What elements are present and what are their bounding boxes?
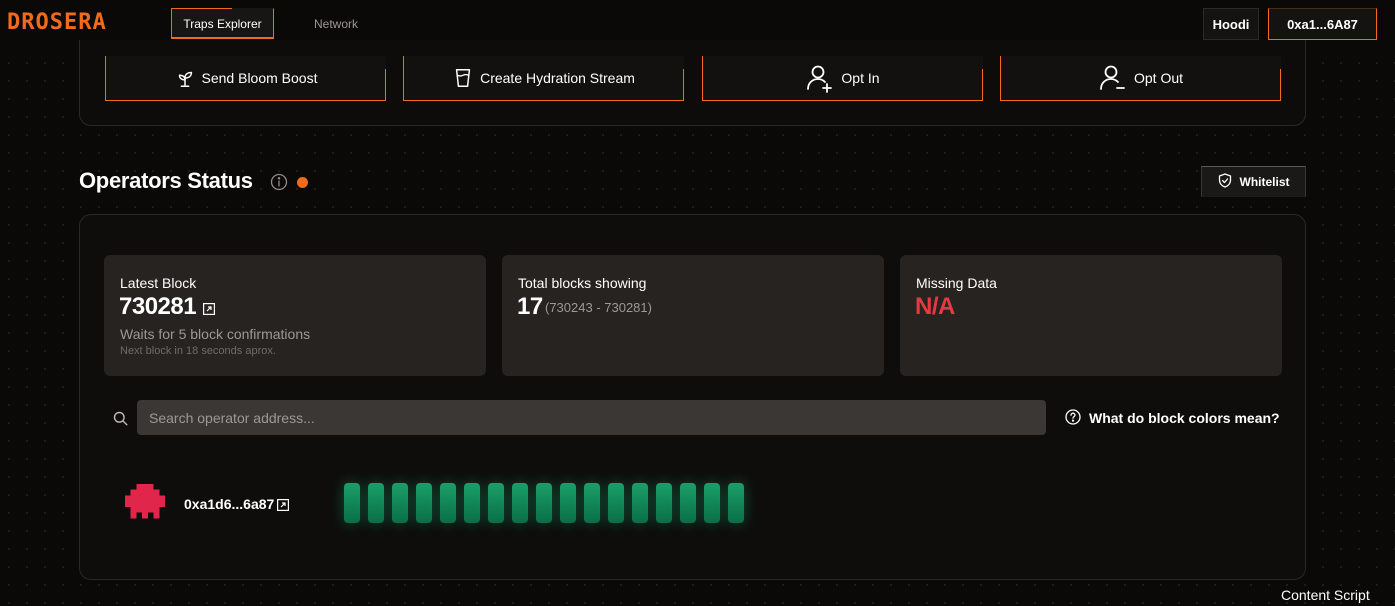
block-cell[interactable]: [728, 483, 744, 523]
cup-icon: [452, 67, 474, 89]
operator-search-input[interactable]: [137, 400, 1046, 435]
action-label: Create Hydration Stream: [480, 70, 635, 86]
help-label: What do block colors mean?: [1089, 410, 1280, 426]
total-blocks-card: Total blocks showing 17 (730243 - 730281…: [502, 255, 884, 376]
block-cell[interactable]: [512, 483, 528, 523]
opt-in-button[interactable]: Opt In: [702, 56, 983, 101]
block-cell[interactable]: [416, 483, 432, 523]
drosera-logo[interactable]: DROSERA: [7, 10, 107, 35]
operator-address[interactable]: 0xa1d6...6a87: [184, 496, 274, 512]
action-label: Send Bloom Boost: [201, 70, 318, 86]
confirmation-note: Waits for 5 block confirmations: [120, 326, 311, 342]
card-label: Latest Block: [120, 275, 197, 291]
missing-data-value: N/A: [915, 293, 955, 320]
operator-avatar: [124, 484, 166, 524]
action-label: Opt Out: [1133, 70, 1184, 86]
block-cell[interactable]: [488, 483, 504, 523]
opt-out-button[interactable]: Opt Out: [1000, 56, 1281, 101]
block-cell[interactable]: [440, 483, 456, 523]
question-circle-icon: [1065, 408, 1081, 428]
send-bloom-boost-button[interactable]: Send Bloom Boost: [105, 56, 386, 101]
block-cell[interactable]: [368, 483, 384, 523]
network-label: Hoodi: [1212, 16, 1250, 32]
info-icon[interactable]: [270, 173, 288, 191]
actions-panel: Send Bloom Boost Create Hydration Stream…: [79, 40, 1306, 126]
card-label: Missing Data: [916, 275, 997, 291]
create-hydration-stream-button[interactable]: Create Hydration Stream: [403, 56, 684, 101]
whitelist-button[interactable]: Whitelist: [1201, 166, 1306, 197]
block-cell[interactable]: [704, 483, 720, 523]
card-label: Total blocks showing: [518, 275, 647, 291]
operators-status-title: Operators Status: [79, 168, 253, 193]
operators-status-panel: Latest Block 730281 Waits for 5 block co…: [79, 214, 1306, 580]
external-link-icon[interactable]: [277, 498, 290, 512]
tab-network[interactable]: Network: [300, 8, 372, 39]
missing-data-card: Missing Data N/A: [900, 255, 1282, 376]
user-plus-icon: [805, 63, 835, 93]
next-block-note: Next block in 18 seconds aprox.: [120, 345, 276, 357]
tab-label: Traps Explorer: [183, 16, 262, 31]
block-cell[interactable]: [656, 483, 672, 523]
block-cell[interactable]: [632, 483, 648, 523]
search-icon: [113, 411, 128, 426]
total-blocks-value: 17: [517, 293, 543, 320]
network-selector-button[interactable]: Hoodi: [1203, 8, 1259, 40]
status-indicator-dot: [297, 177, 308, 188]
block-cell[interactable]: [584, 483, 600, 523]
block-range: (730243 - 730281): [545, 300, 652, 315]
latest-block-value: 730281: [119, 293, 197, 320]
block-colors-help-link[interactable]: What do block colors mean?: [1065, 408, 1280, 428]
user-minus-icon: [1098, 63, 1128, 93]
block-cell[interactable]: [560, 483, 576, 523]
external-link-icon[interactable]: [203, 302, 216, 316]
block-cell[interactable]: [536, 483, 552, 523]
block-cell[interactable]: [344, 483, 360, 523]
latest-block-card: Latest Block 730281 Waits for 5 block co…: [104, 255, 486, 376]
block-cell[interactable]: [464, 483, 480, 523]
content-script-label: Content Script: [1281, 587, 1370, 603]
wallet-label: 0xa1...6A87: [1287, 16, 1358, 32]
tab-traps-explorer[interactable]: Traps Explorer: [171, 8, 274, 39]
tab-label: Network: [313, 16, 358, 31]
sprout-icon: [174, 67, 196, 89]
block-cell[interactable]: [608, 483, 624, 523]
wallet-address-button[interactable]: 0xa1...6A87: [1268, 8, 1377, 40]
block-cell[interactable]: [392, 483, 408, 523]
action-label: Opt In: [841, 70, 880, 86]
block-cell[interactable]: [680, 483, 696, 523]
whitelist-label: Whitelist: [1239, 174, 1290, 189]
operator-block-strip: [344, 483, 744, 523]
shield-check-icon: [1218, 172, 1232, 191]
